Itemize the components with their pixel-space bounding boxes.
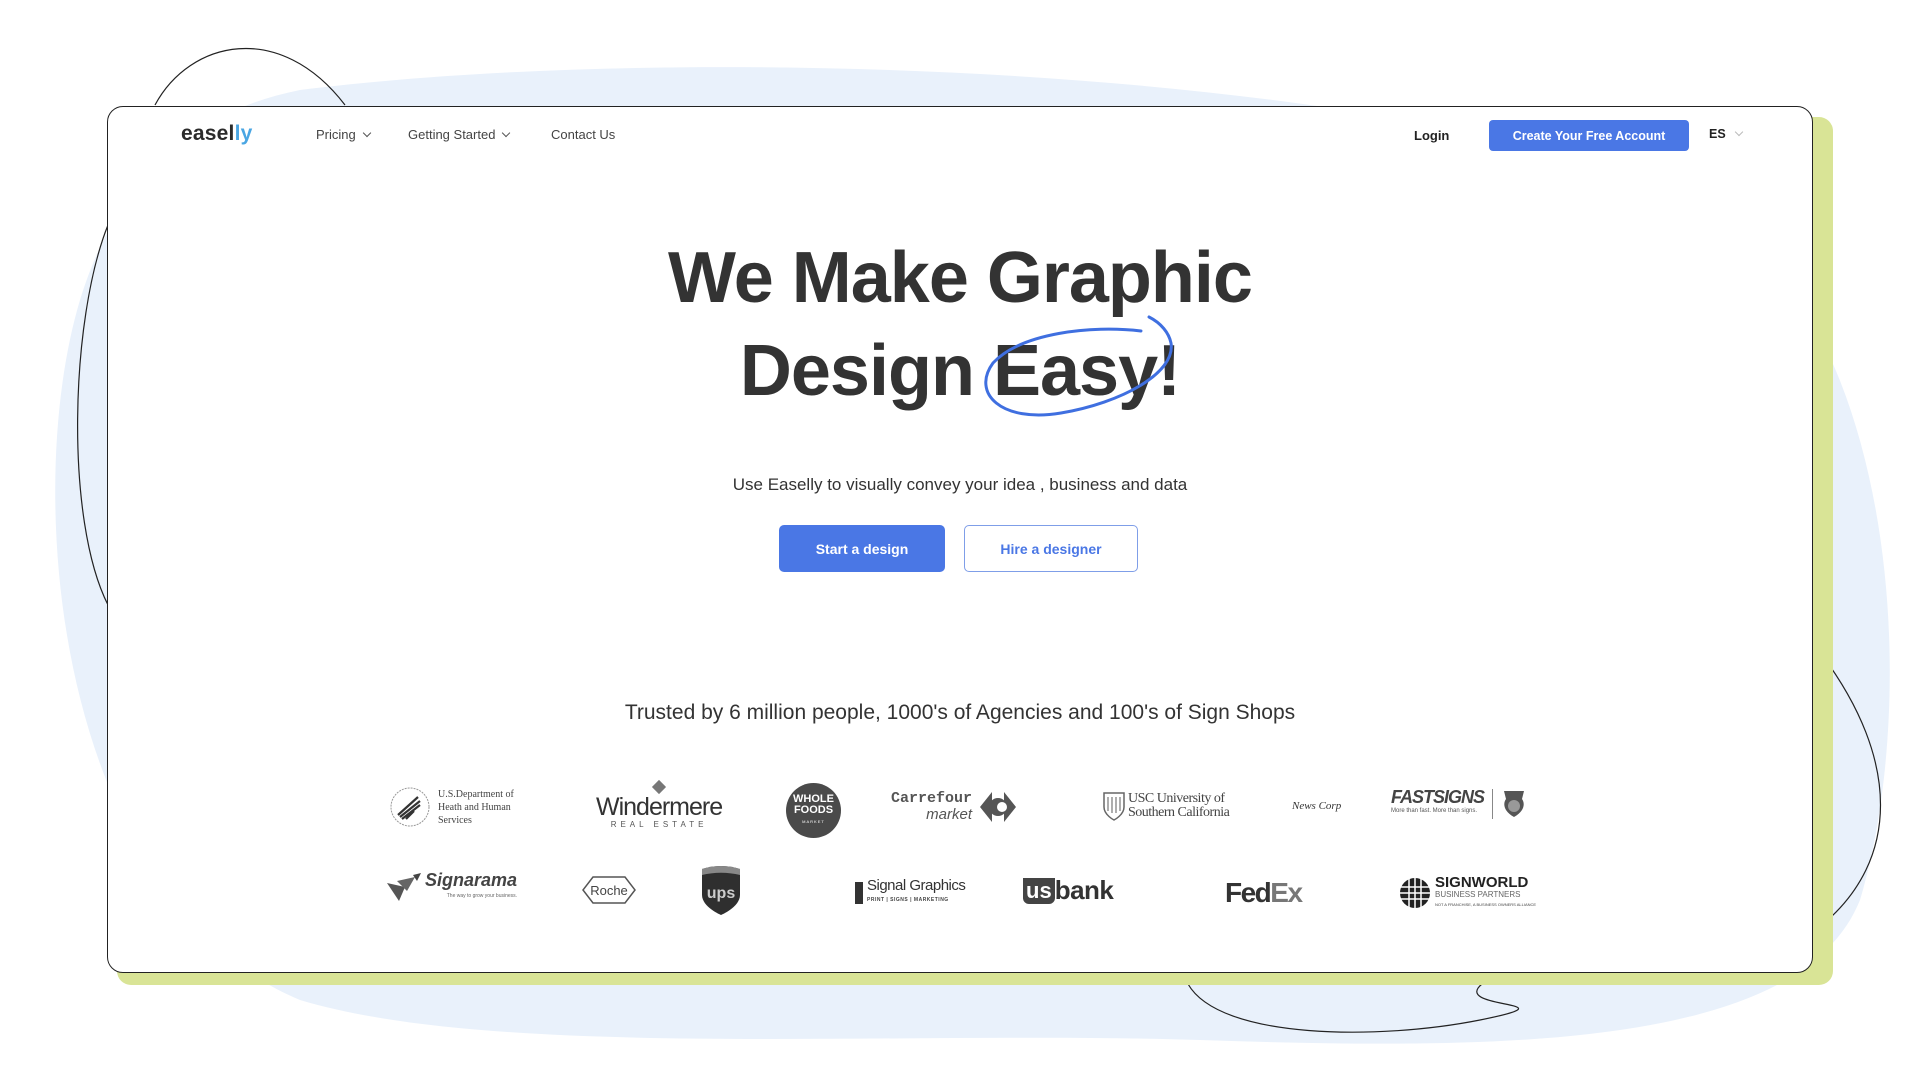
logo-text: Signal Graphics — [867, 877, 966, 894]
chevron-down-icon — [362, 128, 371, 137]
logo-text: FOODS — [793, 804, 834, 816]
logo-text: FASTSIGNS — [1391, 787, 1485, 807]
logo-text: PRINT | SIGNS | MARKETING — [867, 897, 949, 903]
logo-news-corp: News Corp — [1292, 800, 1342, 812]
chevron-down-icon — [1734, 127, 1743, 137]
hire-designer-button[interactable]: Hire a designer — [964, 525, 1138, 572]
logo-usc: USC University of Southern California — [1103, 791, 1230, 821]
logo-usbank: us bank — [1023, 875, 1114, 906]
logo-text: REAL ESTATE — [610, 820, 708, 829]
usc-seal-icon — [1103, 792, 1125, 821]
logo-text: us — [1023, 877, 1055, 904]
logo-divider — [1492, 789, 1494, 819]
logo-windermere: Windermere REAL ESTATE — [596, 779, 723, 829]
logo-text: BUSINESS PARTNERS — [1435, 890, 1521, 899]
carrefour-mark-icon — [980, 792, 1017, 822]
logo-text: easel — [181, 122, 235, 145]
diamond-icon — [652, 779, 667, 795]
globe-icon — [1400, 877, 1430, 908]
eagle-icon — [390, 787, 430, 827]
nav-item-contact-us[interactable]: Contact Us — [551, 127, 615, 142]
logo-text: U.S.Department of — [438, 788, 514, 800]
logo-fastsigns: FASTSIGNS More than fast. More than sign… — [1391, 787, 1527, 819]
logo-text: NOT A FRANCHISE, A BUSINESS OWNERS ALLIA… — [1435, 902, 1537, 907]
website-card: easelly Pricing Getting Started Contact … — [107, 106, 1813, 973]
logo-hhs: U.S.Department of Heath and Human Servic… — [388, 785, 514, 829]
highlight-word: Easy! — [992, 331, 1181, 411]
login-link[interactable]: Login — [1414, 128, 1449, 143]
logo-ups: ups — [700, 865, 742, 917]
logo-text: SIGNWORLD — [1435, 874, 1529, 891]
start-design-button[interactable]: Start a design — [779, 525, 945, 572]
logo-signarama: Signarama The way to grow your business. — [385, 870, 518, 904]
roche-hexagon-icon: Roche — [582, 876, 636, 904]
hero-title: We Make Graphic Design Easy! — [108, 232, 1812, 418]
hero-title-prefix: Design — [739, 331, 975, 411]
language-label: ES — [1709, 127, 1726, 141]
logo-accent-text: ly — [234, 122, 253, 145]
logo-signal-graphics: Signal Graphics PRINT | SIGNS | MARKETIN… — [855, 877, 966, 907]
logo-text: Roche — [590, 883, 628, 898]
nav-label: Getting Started — [408, 127, 496, 142]
create-account-button[interactable]: Create Your Free Account — [1489, 120, 1689, 151]
nav-label: Contact Us — [551, 127, 616, 142]
logo-text: More than fast. More than signs. — [1391, 808, 1478, 814]
anniversary-badge-icon — [1504, 791, 1525, 817]
logo-text: USC University of — [1128, 791, 1225, 806]
traffic-light-icon — [855, 882, 863, 904]
logo-text: Signarama — [425, 870, 518, 890]
logo-whole-foods: WHOLE FOODS MARKET — [786, 783, 841, 838]
hero-subtitle: Use Easelly to visually convey your idea… — [732, 475, 1188, 494]
hero-title-highlight: Easy! — [984, 315, 1181, 418]
easelly-logo[interactable]: easelly — [181, 122, 252, 146]
trusted-heading: Trusted by 6 million people, 1000's of A… — [624, 701, 1296, 724]
logo-text: Services — [438, 814, 472, 826]
chevron-down-icon — [502, 128, 511, 137]
logo-carrefour: Carrefour market — [891, 790, 1018, 824]
nav-item-getting-started[interactable]: Getting Started — [408, 127, 511, 142]
logo-fedex: Fed Ex — [1225, 877, 1303, 909]
logo-roche: Roche — [581, 875, 637, 905]
logo-text: Heath and Human — [438, 801, 511, 813]
logo-text: Fed — [1225, 877, 1272, 908]
top-navigation: easelly Pricing Getting Started Contact … — [108, 107, 1812, 163]
logo-text: ups — [707, 885, 736, 902]
logo-text: Southern California — [1128, 805, 1230, 820]
logo-signworld: SIGNWORLD BUSINESS PARTNERS NOT A FRANCH… — [1398, 875, 1536, 910]
logo-text: The way to grow your business. — [446, 893, 518, 899]
hero-title-line1: We Make Graphic — [668, 238, 1253, 318]
logo-text: market — [926, 806, 973, 823]
signarama-flag-icon — [387, 873, 421, 901]
logo-text: Windermere — [596, 793, 723, 821]
language-selector[interactable]: ES — [1709, 127, 1743, 141]
logo-text: Carrefour — [891, 790, 973, 807]
hero-title-line2: Design Easy! — [108, 315, 1812, 418]
nav-item-pricing[interactable]: Pricing — [316, 127, 371, 142]
logo-text: Ex — [1270, 877, 1303, 908]
nav-label: Pricing — [316, 127, 356, 142]
ups-shield-icon: ups — [702, 866, 740, 915]
logo-text: bank — [1054, 875, 1114, 905]
logo-text: MARKET — [802, 819, 825, 824]
